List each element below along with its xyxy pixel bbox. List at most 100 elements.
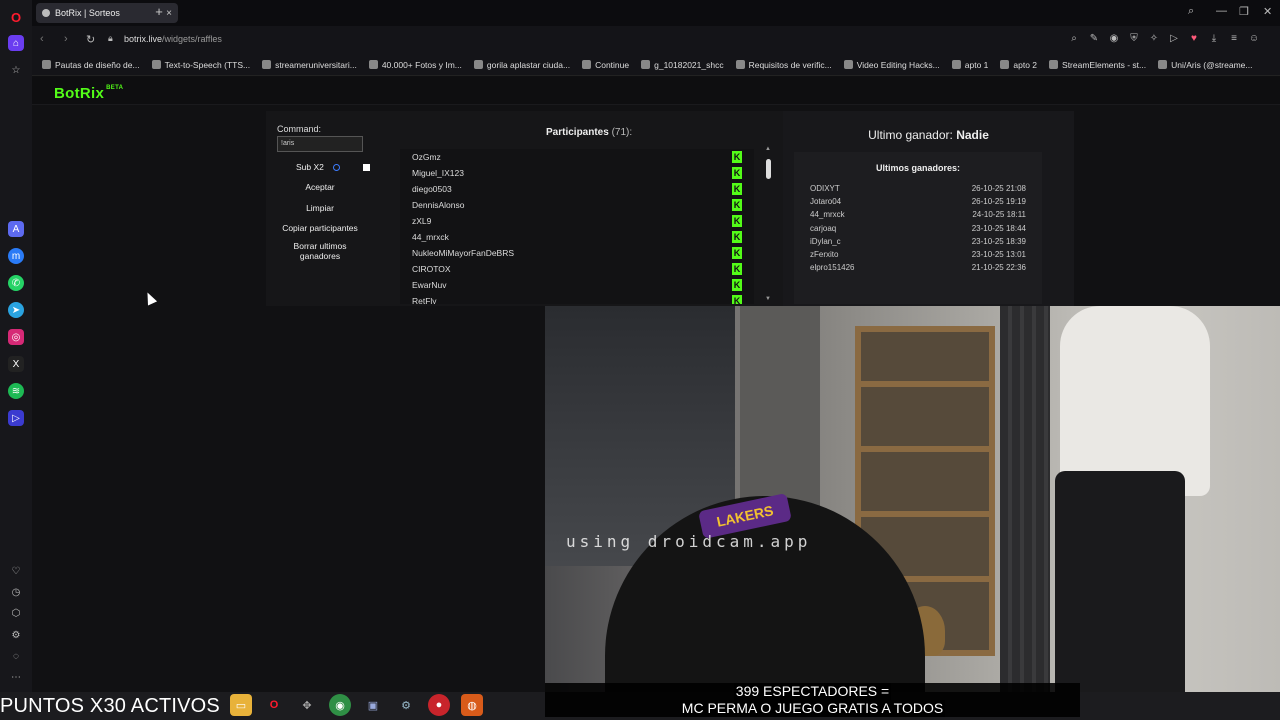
telegram-icon[interactable]: ➤ <box>8 302 24 318</box>
bookmark-icon <box>951 60 961 69</box>
bookmark-item[interactable]: Uni/Aris (@streame... <box>1158 60 1253 70</box>
bookmark-label: apto 1 <box>964 59 989 70</box>
command-label: Command: <box>277 124 322 134</box>
profile-icon[interactable]: ☺ <box>1248 33 1260 45</box>
forward-icon[interactable]: › <box>64 33 68 45</box>
bookmark-item[interactable]: gorila aplastar ciuda... <box>473 59 571 70</box>
pinboard-icon[interactable]: ☆ <box>8 62 24 78</box>
copy-participants-button[interactable]: Copiar participantes <box>277 223 363 233</box>
tab-close-button[interactable]: × <box>166 8 172 19</box>
winner-date: 23-10-25 18:44 <box>971 223 1026 233</box>
bookmark-item[interactable]: Text-to-Speech (TTS... <box>151 60 250 70</box>
accept-button[interactable]: Aceptar <box>277 182 363 192</box>
x-icon[interactable]: X <box>8 356 24 372</box>
restore-icon[interactable]: ❐ <box>1239 5 1249 18</box>
delete-winners-button[interactable]: Borrar ultimos ganadores <box>277 241 363 261</box>
more-icon[interactable]: ⋯ <box>8 669 24 685</box>
app-icon[interactable]: ▣ <box>362 694 384 716</box>
bookmark-label: gorila aplastar ciuda... <box>486 59 571 70</box>
participant-row[interactable]: NukleoMiMayorFanDeBRS K <box>400 245 754 261</box>
participant-row[interactable]: diego0503 K <box>400 181 754 197</box>
reload-icon[interactable]: ↻ <box>86 33 95 46</box>
camera-icon[interactable]: ◉ <box>1108 33 1120 45</box>
participant-row[interactable]: EwarNuv K <box>400 277 754 293</box>
winner-row: 44_mrxck 24-10-25 18:11 <box>810 210 1026 219</box>
participant-row[interactable]: zXL9 K <box>400 213 754 229</box>
bookmark-item[interactable]: apto 1 <box>951 59 989 70</box>
favorite-icon[interactable]: ♥ <box>1188 33 1200 45</box>
shield-icon[interactable]: ⛨ <box>1128 33 1140 45</box>
bookmark-item[interactable]: Requisitos de verific... <box>735 60 832 70</box>
heart-icon[interactable]: ♡ <box>8 563 24 579</box>
bookmark-item[interactable]: 40.000+ Fotos y Im... <box>368 60 462 70</box>
botrix-logo[interactable]: BotRix BETA <box>54 85 123 102</box>
scroll-thumb[interactable] <box>766 159 771 179</box>
url-field[interactable]: botrix.live/widgets/raffles <box>124 34 222 44</box>
capture-icon[interactable]: ✥ <box>296 694 318 716</box>
taskbar-icons: ▭ O ✥ ◉ ▣ ⚙ ● ◍ <box>230 694 483 716</box>
steam-icon[interactable]: ⚙ <box>395 694 417 716</box>
kick-icon: K <box>732 183 742 195</box>
whatsapp-icon[interactable]: ✆ <box>8 275 24 291</box>
close-window-icon[interactable]: ✕ <box>1263 5 1272 18</box>
bookmark-label: Continue <box>595 59 630 70</box>
bookmark-item[interactable]: apto 2 <box>1000 60 1037 70</box>
messenger-icon[interactable]: m <box>8 248 24 264</box>
tab-title: BotRix | Sorteos <box>55 8 120 18</box>
winner-date: 26-10-25 19:19 <box>971 197 1026 207</box>
settings-icon[interactable]: ⚙ <box>8 627 24 643</box>
minimize-icon[interactable]: — <box>1216 5 1227 17</box>
participants-list[interactable]: OzGmz K Miguel_IX123 Kdiego0503 K DennisAlons… <box>400 149 754 304</box>
participant-row[interactable]: Miguel_IX123 K <box>400 165 754 181</box>
address-bar: ‹ › ↻ 🔒︎ botrix.live/widgets/raffles ⌕ ✎… <box>32 26 1280 54</box>
obs-icon[interactable]: ◍ <box>461 694 483 716</box>
record-icon[interactable]: ● <box>428 694 450 716</box>
bookmark-icon <box>151 60 161 69</box>
back-icon[interactable]: ‹ <box>40 33 44 45</box>
bookmark-item[interactable]: Video Editing Hacks... <box>843 60 940 70</box>
sub-x2-checkbox[interactable] <box>363 164 370 171</box>
opera-icon[interactable]: O <box>263 694 285 716</box>
info-icon[interactable] <box>333 164 340 171</box>
home-icon[interactable]: ⌂ <box>8 35 24 51</box>
edit-icon[interactable]: ✎ <box>1088 33 1100 45</box>
clear-button[interactable]: Limpiar <box>277 203 363 213</box>
participant-name: DennisAlonso <box>412 200 465 210</box>
download-icon[interactable]: ⤓ <box>1208 33 1220 45</box>
participant-name: RetFly <box>412 296 437 304</box>
kick-icon: K <box>732 199 742 211</box>
extension-icon[interactable]: ✧ <box>1148 33 1160 45</box>
instagram-icon[interactable]: ◎ <box>8 329 24 345</box>
command-input[interactable]: !aris <box>277 136 363 152</box>
player-icon[interactable]: ▷ <box>8 410 24 426</box>
bookmark-item[interactable]: StreamElements - st... <box>1049 60 1146 70</box>
new-tab-button[interactable]: + <box>152 5 166 19</box>
play-icon[interactable]: ▷ <box>1168 33 1180 45</box>
shelf-board <box>855 381 995 387</box>
tips-icon[interactable]: ◌ <box>8 648 24 664</box>
participant-row[interactable]: RetFly K <box>400 293 754 304</box>
bookmark-item[interactable]: Pautas de diseño de... <box>42 60 140 70</box>
menu-icon[interactable]: ≡ <box>1228 33 1240 45</box>
participant-name: EwarNuv <box>412 280 447 290</box>
opera-logo-icon[interactable]: O <box>8 9 24 25</box>
participant-row[interactable]: DennisAlonso K <box>400 197 754 213</box>
bookmark-item[interactable]: Continue <box>582 60 629 70</box>
spotify-icon[interactable]: ≋ <box>8 383 24 399</box>
extensions-icon[interactable]: ⬡ <box>8 605 24 621</box>
search-tabs-icon[interactable]: ⌕ <box>1188 5 1194 18</box>
participant-row[interactable]: CIROTOX K <box>400 261 754 277</box>
history-icon[interactable]: ◷ <box>8 584 24 600</box>
participant-row[interactable]: 44_mrxck K <box>400 229 754 245</box>
bookmark-item[interactable]: streameruniversitari... <box>262 60 357 70</box>
participant-row[interactable]: OzGmz K <box>400 149 754 165</box>
search-icon[interactable]: ⌕ <box>1068 33 1080 45</box>
aria-icon[interactable]: A <box>8 221 24 237</box>
winner-name: iDylan_c <box>810 236 841 246</box>
chrome-icon[interactable]: ◉ <box>329 694 351 716</box>
scroll-up-icon[interactable]: ▲ <box>765 146 771 152</box>
bookmark-item[interactable]: g_10182021_shcc <box>641 60 724 70</box>
file-explorer-icon[interactable]: ▭ <box>230 694 252 716</box>
scroll-down-icon[interactable]: ▼ <box>765 296 771 302</box>
participants-scrollbar[interactable]: ▲ ▼ <box>765 146 771 302</box>
